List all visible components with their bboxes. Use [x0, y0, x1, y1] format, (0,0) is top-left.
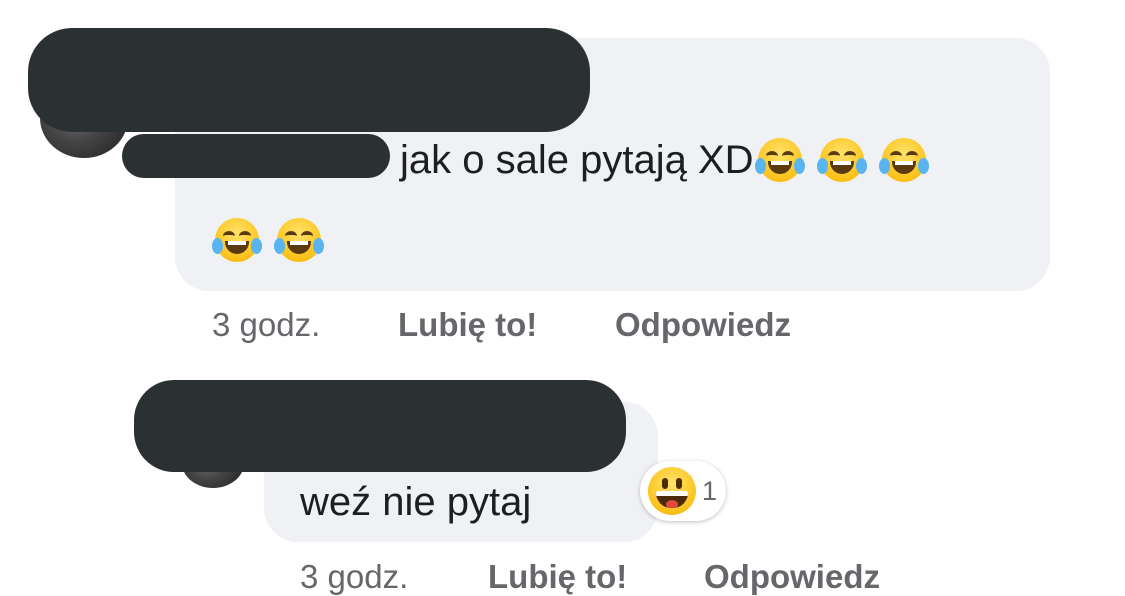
redacted-reply-author-name [134, 380, 626, 472]
reply-text-line: weź nie pytaj [300, 474, 531, 530]
grinning-face-icon [648, 467, 696, 515]
face-with-tears-of-joy-icon [274, 218, 324, 262]
reply-timestamp: 3 godz. [300, 558, 409, 595]
redacted-text [122, 134, 390, 178]
comment-timestamp: 3 godz. [212, 306, 321, 343]
reply-button[interactable]: Odpowiedz [615, 306, 791, 344]
comment-text: jak o sale pytają XD [400, 137, 754, 182]
face-with-tears-of-joy-icon [212, 218, 262, 262]
reply-like-button[interactable]: Lubię to! [488, 558, 627, 596]
reaction-badge[interactable]: 1 [640, 461, 726, 521]
comment-emoji-line [212, 212, 324, 268]
reply-reply-button[interactable]: Odpowiedz [704, 558, 880, 596]
face-with-tears-of-joy-icon [754, 138, 805, 182]
reaction-count: 1 [702, 475, 718, 506]
face-with-tears-of-joy-icon [816, 138, 867, 182]
like-button[interactable]: Lubię to! [398, 306, 537, 344]
redacted-author-name [28, 28, 590, 132]
reply-text: weź nie pytaj [300, 479, 532, 524]
face-with-tears-of-joy-icon [878, 138, 929, 182]
comment-text-line: jak o sale pytają XD [400, 132, 929, 188]
